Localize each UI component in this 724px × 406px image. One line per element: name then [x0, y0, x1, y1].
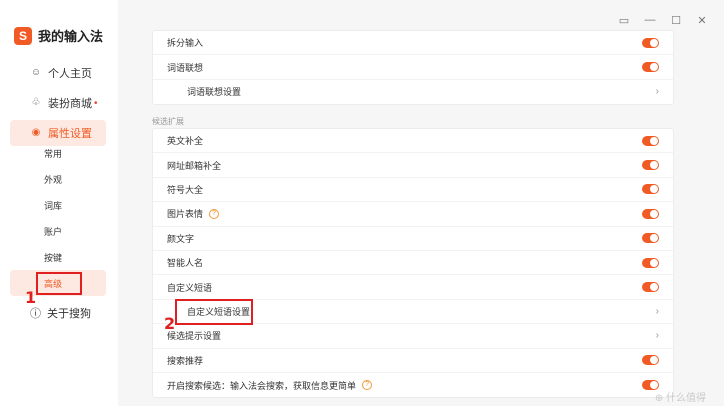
toggle-switch[interactable] [642, 257, 659, 268]
chevron-right-icon: › [655, 86, 659, 98]
setting-label-group: 英文补全 [167, 134, 203, 147]
setting-label-group: 网址邮箱补全 [167, 159, 221, 172]
setting-label-group: 自定义短语 [167, 281, 212, 294]
shirt-icon: ♧ [31, 97, 41, 108]
sogou-logo-icon: S [14, 26, 32, 45]
window-controls: ▭ — ☐ ✕ [618, 14, 708, 27]
subnav-keys[interactable]: 按键 [10, 244, 106, 270]
settings-card-input: 拆分输入词语联想词语联想设置 › [152, 30, 674, 106]
toggle-switch[interactable] [642, 135, 659, 146]
setting-label: 智能人名 [167, 258, 204, 269]
settings-panel: ▭ — ☐ ✕ 拆分输入词语联想词语联想设置 › 候选扩展 英文补全网址邮箱补全符… [118, 0, 724, 406]
annotation-box-custom-phrase [175, 299, 253, 325]
setting-label: 自定义短语 [167, 282, 213, 293]
setting-row: 开启搜索候选：输入法会搜索，获取信息更简单? [153, 373, 673, 397]
toggle-switch[interactable] [642, 62, 659, 73]
setting-label: 图片表情 [167, 209, 204, 220]
sidebar-item-label: 属性设置 [48, 128, 92, 140]
toggle-switch[interactable] [642, 184, 659, 195]
setting-label: 词语联想设置 [187, 87, 242, 98]
help-icon[interactable]: ? [362, 380, 373, 391]
annotation-number-2: 2 [164, 314, 176, 333]
settings-card-candidates: 英文补全 网址邮箱补全 符号大全 图片表情? 颜文字 智能人名 自定义短语 自定义短语设置 › 候… [152, 128, 674, 399]
setting-label-group: 智能人名 [167, 256, 203, 269]
feedback-icon[interactable]: ▭ [618, 14, 630, 27]
app-logo: S 我的输入法 [14, 26, 103, 45]
watermark: ⊕ 什么值得 [654, 393, 706, 404]
sidebar: S 我的输入法 ☺ 个人主页 ♧ 装扮商城 • ◉ 属性设置 常用 外观 词库 … [0, 0, 118, 406]
setting-row[interactable]: 候选提示设置 › [153, 324, 673, 349]
setting-row: 词语联想 [153, 55, 673, 80]
subnav-account[interactable]: 账户 [10, 218, 106, 244]
annotation-number-1: 1 [25, 288, 37, 307]
setting-label-group: 开启搜索候选：输入法会搜索，获取信息更简单? [167, 379, 373, 392]
setting-row: 拆分输入 [153, 31, 673, 56]
chevron-right-icon: › [655, 305, 659, 317]
setting-row[interactable]: 词语联想设置 › [153, 80, 673, 104]
user-icon: ☺ [30, 67, 42, 78]
subnav-general[interactable]: 常用 [10, 140, 106, 166]
setting-row: 自定义短语 [153, 275, 673, 300]
sidebar-item-profile[interactable]: ☺ 个人主页 [10, 60, 106, 86]
setting-row: 网址邮箱补全 [153, 153, 673, 178]
setting-label: 符号大全 [167, 184, 204, 195]
sidebar-item-label: 关于搜狗 [47, 308, 91, 320]
setting-label-group: 符号大全 [167, 183, 203, 196]
sidebar-item-about[interactable]: ⓘ 关于搜狗 [30, 305, 91, 321]
app-title: 我的输入法 [38, 29, 104, 44]
setting-row: 颜文字 [153, 227, 673, 251]
toggle-switch[interactable] [642, 282, 659, 293]
section-label: 候选扩展 [152, 117, 184, 126]
setting-row: 智能人名 [153, 251, 673, 276]
subnav-appearance[interactable]: 外观 [10, 166, 106, 192]
toggle-switch[interactable] [642, 160, 659, 171]
sidebar-nav: ☺ 个人主页 ♧ 装扮商城 • ◉ 属性设置 [10, 60, 106, 150]
sidebar-item-label: 装扮商城 [48, 98, 92, 110]
subnav-dictionary[interactable]: 词库 [10, 192, 106, 218]
setting-label: 词语联想 [167, 62, 204, 73]
setting-label: 颜文字 [167, 233, 195, 244]
setting-row: 搜索推荐 [153, 349, 673, 373]
setting-row: 图片表情? [153, 202, 673, 227]
setting-label: 开启搜索候选：输入法会搜索，获取信息更简单 [167, 380, 357, 391]
setting-row: 符号大全 [153, 178, 673, 203]
setting-label-group: 词语联想设置 [167, 85, 241, 98]
maximize-icon[interactable]: ☐ [670, 14, 682, 27]
toggle-switch[interactable] [642, 37, 659, 48]
close-icon[interactable]: ✕ [696, 14, 708, 27]
chevron-right-icon: › [655, 330, 659, 342]
setting-label: 网址邮箱补全 [167, 160, 222, 171]
setting-label-group: 拆分输入 [167, 36, 203, 49]
annotation-box-advanced [36, 272, 82, 295]
sidebar-item-label: 个人主页 [48, 68, 92, 80]
toggle-switch[interactable] [642, 233, 659, 244]
setting-label-group: 图片表情? [167, 207, 220, 220]
toggle-switch[interactable] [642, 208, 659, 219]
setting-label-group: 搜索推荐 [167, 354, 203, 367]
minimize-icon[interactable]: — [644, 14, 656, 27]
settings-icon: ◉ [31, 127, 41, 138]
toggle-switch[interactable] [642, 355, 659, 366]
setting-label-group: 颜文字 [167, 232, 194, 245]
setting-label: 拆分输入 [167, 38, 204, 49]
setting-label-group: 词语联想 [167, 61, 203, 74]
help-icon[interactable]: ? [209, 208, 220, 219]
sidebar-item-shop[interactable]: ♧ 装扮商城 • [10, 90, 106, 116]
notification-dot: • [94, 97, 98, 109]
setting-label: 搜索推荐 [167, 355, 204, 366]
setting-label: 英文补全 [167, 136, 204, 147]
setting-row: 英文补全 [153, 129, 673, 154]
info-icon: ⓘ [30, 308, 41, 320]
